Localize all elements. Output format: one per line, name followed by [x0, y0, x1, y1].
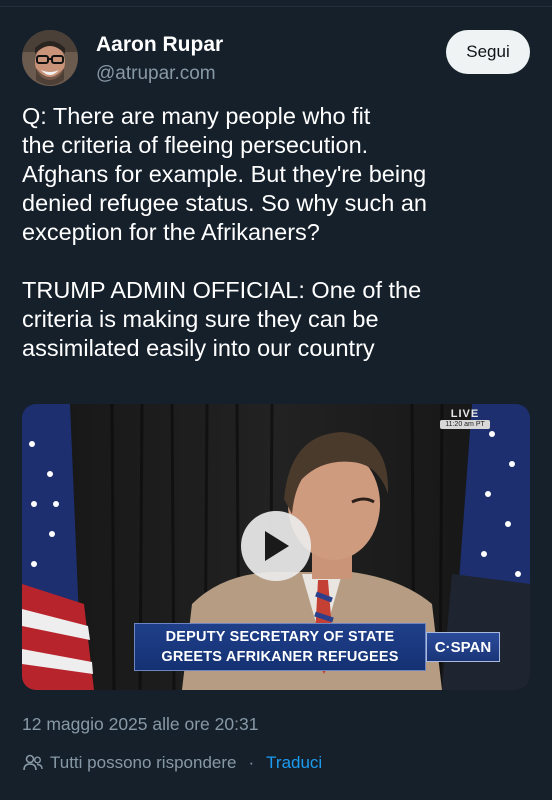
follow-button[interactable]: Segui: [446, 30, 530, 74]
live-label: LIVE: [450, 408, 480, 420]
reply-settings-row: Tutti possono rispondere · Traduci: [22, 752, 322, 774]
network-logo: C·SPAN: [426, 632, 500, 662]
reply-setting-text: Tutti possono rispondere: [50, 753, 237, 772]
separator-dot: ·: [248, 753, 255, 772]
tweet-timestamp[interactable]: 12 maggio 2025 alle ore 20:31: [22, 714, 258, 735]
author-handle[interactable]: @atrupar.com: [96, 63, 216, 85]
people-icon: [23, 754, 43, 771]
author-name[interactable]: Aaron Rupar: [96, 33, 223, 57]
tweet-text: Q: There are many people who fit the cri…: [22, 103, 427, 361]
play-icon: [265, 531, 289, 561]
translate-link[interactable]: Traduci: [266, 753, 322, 773]
lower-third-caption: DEPUTY SECRETARY OF STATE GREETS AFRIKAN…: [134, 623, 426, 671]
lower-third-line-2: GREETS AFRIKANER REFUGEES: [161, 649, 399, 665]
user-avatar-icon: [22, 30, 78, 86]
video-player[interactable]: LIVE 11:20 am PT DEPUTY SECRETARY OF STA…: [22, 404, 530, 690]
live-badge: LIVE 11:20 am PT: [440, 408, 490, 429]
lower-third-line-1: DEPUTY SECRETARY OF STATE: [165, 629, 395, 645]
top-divider: [0, 0, 552, 7]
play-button[interactable]: [241, 511, 311, 581]
live-time: 11:20 am PT: [440, 420, 490, 429]
author-avatar[interactable]: [22, 30, 78, 86]
